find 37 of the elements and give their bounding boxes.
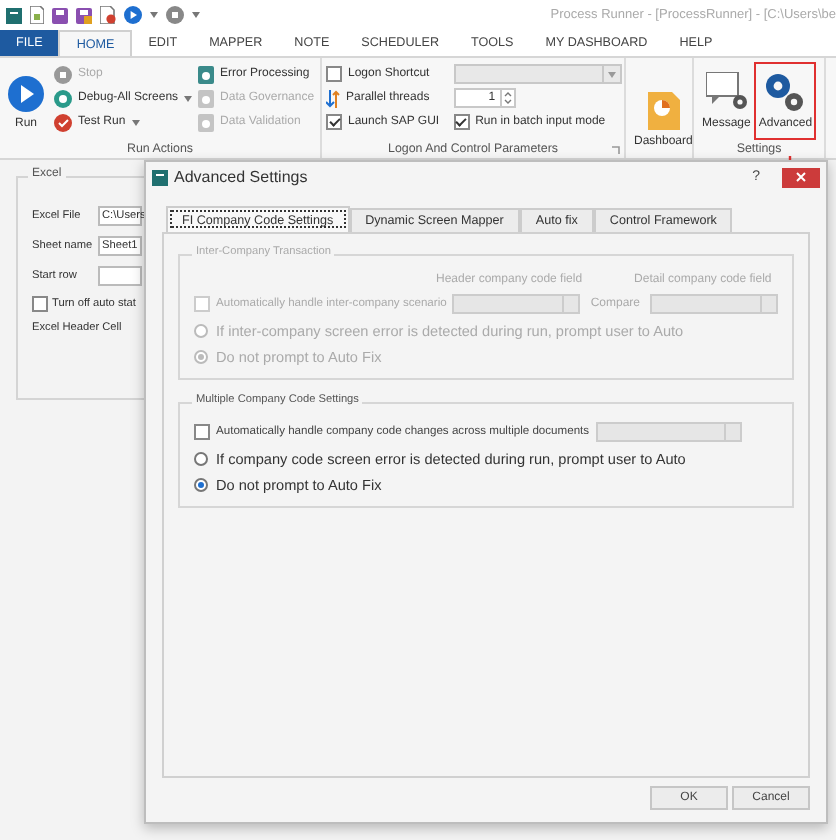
- radio-button[interactable]: [194, 452, 208, 466]
- speech-bubble-icon: [705, 72, 748, 112]
- checkbox[interactable]: [453, 114, 470, 130]
- caret-icon[interactable]: [150, 12, 158, 18]
- document-icon: [198, 65, 215, 83]
- dialog-launcher-icon: [612, 146, 620, 154]
- checkbox[interactable]: [326, 114, 342, 130]
- play-icon: [8, 76, 44, 112]
- spin-arrows-icon: [501, 90, 514, 106]
- radio-button[interactable]: [194, 478, 208, 492]
- checkbox[interactable]: [326, 66, 342, 82]
- play-icon[interactable]: [124, 6, 142, 24]
- checkbox[interactable]: [194, 424, 210, 440]
- close-icon: [796, 172, 806, 182]
- save-icon[interactable]: [52, 7, 68, 23]
- close-button[interactable]: [782, 167, 820, 187]
- checkbox[interactable]: [32, 296, 48, 312]
- report-icon: [647, 92, 680, 130]
- circle-icon: [54, 89, 72, 107]
- dialog-title: Advanced Settings: [174, 168, 308, 186]
- gears-icon: [764, 72, 807, 112]
- save-as-icon[interactable]: [76, 7, 92, 23]
- app-icon: [152, 169, 168, 185]
- document-icon: [198, 89, 215, 107]
- caret-icon[interactable]: [184, 95, 193, 101]
- stop-icon: [54, 65, 72, 83]
- new-file-icon[interactable]: [30, 6, 44, 24]
- caret-icon[interactable]: [192, 12, 200, 18]
- stop-icon[interactable]: [166, 6, 184, 24]
- caret-icon[interactable]: [131, 119, 140, 125]
- close-file-icon[interactable]: [100, 6, 116, 24]
- document-icon: [198, 113, 215, 131]
- caret-icon: [607, 71, 616, 77]
- sort-arrows-icon: [326, 89, 340, 107]
- circle-icon: [54, 113, 72, 131]
- input-field[interactable]: [98, 266, 142, 286]
- app-icon[interactable]: [6, 7, 22, 23]
